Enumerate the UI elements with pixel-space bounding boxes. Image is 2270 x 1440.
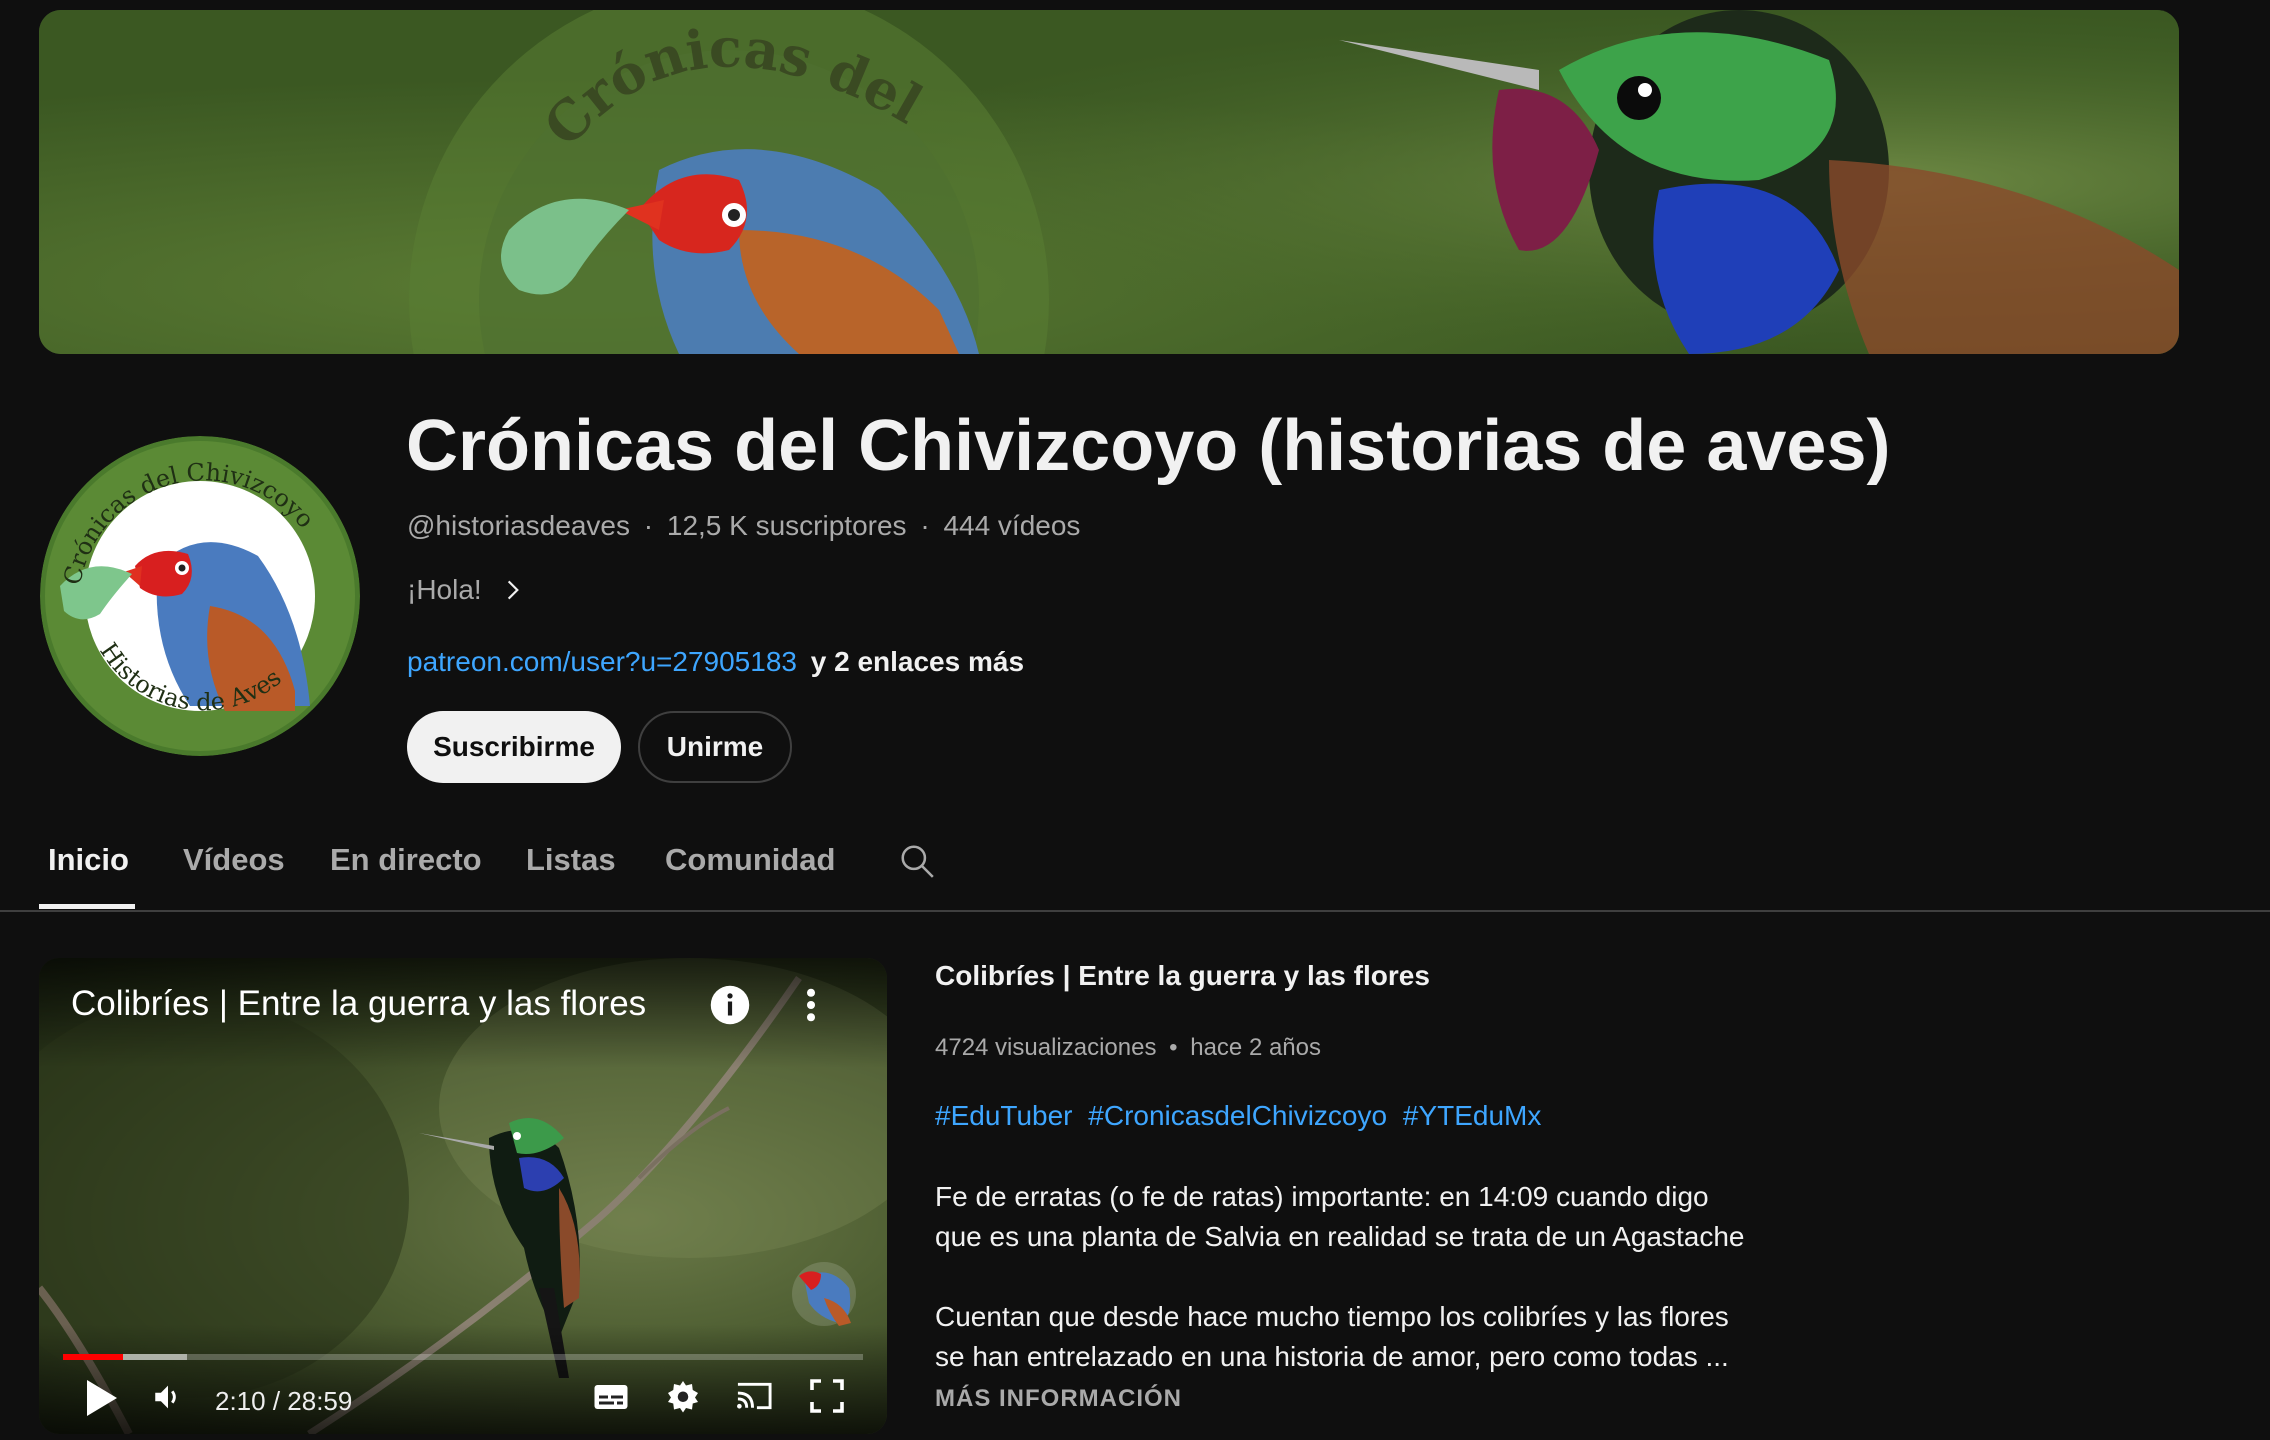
description-line: se han entrelazado en una historia de am… — [935, 1341, 1729, 1372]
tab-inicio[interactable]: Inicio — [48, 842, 129, 878]
featured-video-title[interactable]: Colibríes | Entre la guerra y las flores — [935, 960, 1430, 992]
avatar-logo: Crónicas del Chivizcoyo Historias de Ave… — [40, 436, 360, 756]
upload-age: hace 2 años — [1190, 1034, 1322, 1061]
description-line: que es una planta de Salvia en realidad … — [935, 1221, 1745, 1252]
description-line: Fe de erratas (o fe de ratas) importante… — [935, 1181, 1709, 1212]
active-tab-indicator — [39, 904, 135, 909]
more-vert-icon[interactable] — [799, 984, 823, 1026]
settings-icon[interactable] — [665, 1378, 701, 1414]
info-icon[interactable] — [709, 984, 751, 1026]
hashtag-link[interactable]: #CronicasdelChivizcoyo — [1088, 1100, 1387, 1131]
channel-meta: @historiasdeaves · 12,5 K suscriptores ·… — [407, 510, 1080, 542]
meta-separator: · — [920, 510, 930, 541]
tab-listas[interactable]: Listas — [526, 842, 616, 878]
banner-art: Crónicas del Chivizcoyo — [39, 10, 2179, 354]
progress-played — [63, 1354, 123, 1360]
patreon-link[interactable]: patreon.com/user?u=27905183 — [407, 646, 797, 677]
tagline-text: ¡Hola! — [407, 574, 482, 605]
fullscreen-icon[interactable] — [809, 1378, 845, 1414]
channel-title: Crónicas del Chivizcoyo (historias de av… — [406, 406, 1891, 486]
channel-tabs: Inicio Vídeos En directo Listas Comunida… — [0, 830, 2270, 912]
join-button[interactable]: Unirme — [638, 711, 792, 783]
progress-bar[interactable] — [63, 1354, 863, 1360]
description-line: Cuentan que desde hace mucho tiempo los … — [935, 1301, 1729, 1332]
subscriber-count: 12,5 K suscriptores — [666, 510, 907, 541]
hashtags: #EduTuber #CronicasdelChivizcoyo #YTEduM… — [935, 1100, 1549, 1132]
channel-banner: Crónicas del Chivizcoyo — [39, 10, 2179, 354]
tab-videos[interactable]: Vídeos — [183, 842, 285, 878]
video-count: 444 vídeos — [943, 510, 1081, 541]
video-stats: 4724 visualizaciones • hace 2 años — [935, 1034, 1321, 1062]
subtitles-icon[interactable] — [593, 1380, 629, 1414]
play-icon[interactable] — [83, 1378, 119, 1418]
description-paragraph-2: Cuentan que desde hace mucho tiempo los … — [935, 1297, 1815, 1377]
hashtag-link[interactable]: #EduTuber — [935, 1100, 1073, 1131]
chevron-right-icon — [507, 580, 519, 600]
hashtag-link[interactable]: #YTEduMx — [1403, 1100, 1542, 1131]
volume-icon[interactable] — [151, 1380, 185, 1414]
tab-comunidad[interactable]: Comunidad — [665, 842, 836, 878]
channel-handle: @historiasdeaves — [407, 510, 630, 541]
cast-icon[interactable] — [735, 1378, 773, 1414]
channel-links: patreon.com/user?u=27905183 y 2 enlaces … — [407, 646, 1024, 678]
description-paragraph-1: Fe de erratas (o fe de ratas) importante… — [935, 1177, 1815, 1257]
view-count: 4724 visualizaciones — [935, 1034, 1157, 1061]
subscribe-button[interactable]: Suscribirme — [407, 711, 621, 783]
channel-description-preview[interactable]: ¡Hola! — [407, 574, 526, 606]
meta-separator: · — [643, 510, 654, 541]
featured-video-player[interactable]: Colibríes | Entre la guerra y las flores… — [39, 958, 887, 1434]
more-links[interactable]: y 2 enlaces más — [811, 646, 1024, 677]
search-icon[interactable] — [898, 842, 936, 880]
more-info-link[interactable]: MÁS INFORMACIÓN — [935, 1385, 1182, 1413]
player-title[interactable]: Colibríes | Entre la guerra y las flores — [71, 984, 646, 1024]
time-display: 2:10 / 28:59 — [215, 1386, 353, 1416]
stats-separator: • — [1169, 1034, 1178, 1061]
tab-en-directo[interactable]: En directo — [330, 842, 482, 878]
channel-avatar[interactable]: Crónicas del Chivizcoyo Historias de Ave… — [40, 436, 360, 756]
